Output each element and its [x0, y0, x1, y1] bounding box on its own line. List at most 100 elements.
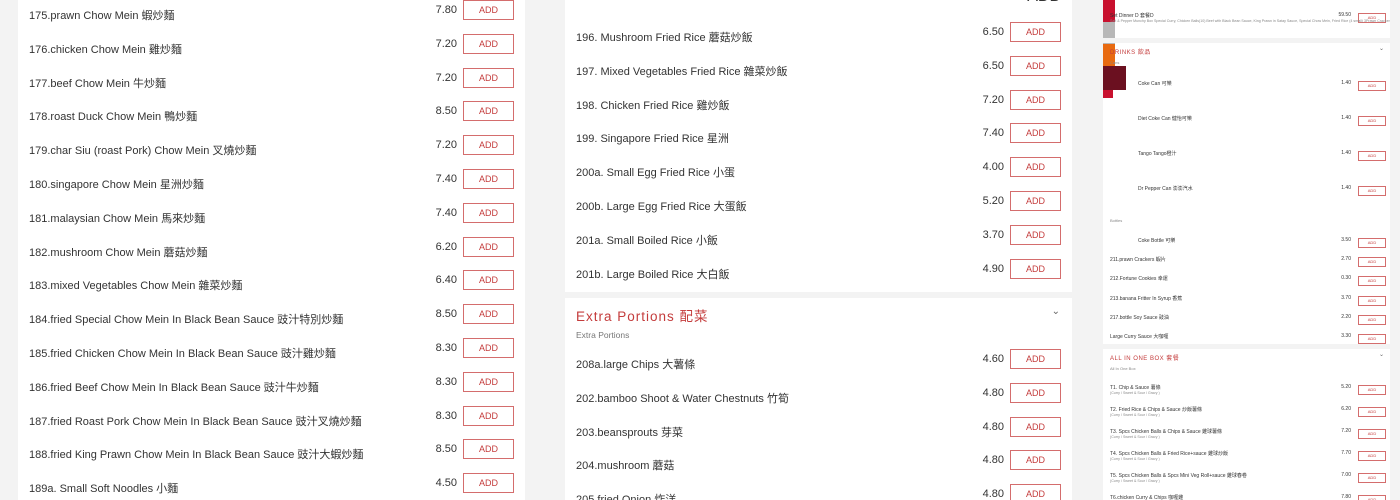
add-button[interactable]: ADD: [463, 236, 514, 257]
add-button[interactable]: ADD: [463, 169, 514, 189]
add-button[interactable]: ADD: [1027, 0, 1061, 6]
menu-item: 189a. Small Soft Noodles 小麵 4.50 ADD: [18, 473, 525, 500]
add-button[interactable]: ADD: [1010, 224, 1061, 245]
item-name: 201a. Small Boiled Rice 小飯: [576, 234, 718, 247]
item-price: 2.20: [1341, 313, 1351, 320]
category-subtitle: Extra Portions: [576, 330, 630, 340]
add-button[interactable]: ADD: [463, 338, 514, 358]
item-price: 3.30: [1341, 333, 1351, 339]
add-button[interactable]: ADD: [1358, 429, 1386, 439]
add-button[interactable]: ADD: [1358, 257, 1386, 268]
add-button[interactable]: ADD: [463, 135, 514, 156]
item-name: 196. Mushroom Fried Rice 蘑菇炒飯: [576, 32, 753, 44]
item-price: 3.70: [982, 228, 1004, 241]
menu-item: 176.chicken Chow Mein 雞炒麵 7.20 ADD: [18, 33, 525, 68]
item-price: 4.80: [982, 488, 1004, 500]
add-button[interactable]: ADD: [1010, 55, 1061, 76]
item-name: 199. Singapore Fried Rice 星洲: [576, 133, 729, 146]
item-price: 7.20: [435, 139, 457, 152]
add-button[interactable]: ADD: [1358, 407, 1386, 417]
chevron-down-icon[interactable]: ⌄: [1379, 351, 1384, 358]
add-button[interactable]: ADD: [1358, 473, 1386, 483]
item-description: (Curry / Sweet & Sour / Gravy ): [1110, 479, 1160, 483]
add-button[interactable]: ADD: [1010, 416, 1061, 437]
add-button[interactable]: ADD: [1010, 22, 1061, 42]
item-name: 185.fried Chicken Chow Mein In Black Bea…: [29, 348, 336, 360]
item-price: 4.80: [982, 420, 1004, 433]
item-price: 0.30: [1341, 275, 1351, 282]
add-button[interactable]: ADD: [463, 371, 514, 392]
item-name: 204.mushroom 蘑菇: [576, 460, 675, 473]
item-price: 4.80: [982, 386, 1004, 399]
category-subtitle: Cans: [1110, 60, 1120, 65]
item-price: 1.40: [1341, 150, 1351, 156]
menu-item: 179.char Siu (roast Pork) Chow Mein 叉燒炒麵…: [18, 135, 525, 169]
add-button[interactable]: ADD: [1010, 89, 1061, 110]
add-button[interactable]: ADD: [1010, 123, 1061, 144]
extra-portions-header[interactable]: Extra Portions 配菜 ⌄: [565, 298, 1072, 328]
add-button[interactable]: ADD: [1358, 151, 1386, 161]
item-name: 213.banana Fritter In Syrup 香蕉: [1110, 295, 1183, 302]
item-price: 8.30: [435, 409, 457, 422]
add-button[interactable]: ADD: [463, 202, 514, 223]
menu-item: 211.prawn Crackers 蝦片 2.70 ADD: [1103, 256, 1390, 268]
item-price: 1.40: [1341, 115, 1351, 121]
item-price: 8.50: [435, 308, 457, 321]
add-button[interactable]: ADD: [1358, 314, 1386, 325]
menu-item: 181.malaysian Chow Mein 馬來炒麵 7.40 ADD: [18, 202, 525, 237]
add-button[interactable]: ADD: [463, 0, 514, 20]
item-name: 201b. Large Boiled Rice 大白飯: [576, 268, 730, 281]
menu-item: T2. Fried Rice & Chips & Sauce 炒飯薯條 6.20 A…: [1103, 406, 1390, 418]
item-name: Tango Tango橙汁: [1138, 151, 1177, 157]
item-price: 6.50: [982, 59, 1004, 72]
add-button[interactable]: ADD: [1358, 385, 1386, 395]
chevron-down-icon[interactable]: ⌄: [1052, 306, 1060, 317]
add-button[interactable]: ADD: [1358, 334, 1386, 344]
menu-item: 196. Mushroom Fried Rice 蘑菇炒飯 6.50 ADD: [565, 22, 1072, 56]
add-button[interactable]: ADD: [1010, 258, 1061, 279]
add-button[interactable]: ADD: [1358, 186, 1386, 196]
add-button[interactable]: ADD: [1010, 484, 1061, 500]
menu-item: 201a. Small Boiled Rice 小飯 3.70 ADD: [565, 224, 1072, 259]
item-name: 203.beansprouts 芽菜: [576, 426, 684, 439]
item-name: 187.fried Roast Pork Chow Mein In Black …: [29, 415, 362, 428]
add-button[interactable]: ADD: [463, 33, 514, 54]
item-description: (Curry / Sweet & Sour / Gravy ): [1110, 391, 1160, 395]
add-button[interactable]: ADD: [1358, 116, 1386, 126]
section-divider: [1103, 344, 1390, 349]
item-name: Coke Bottle 可樂: [1138, 238, 1176, 244]
add-button[interactable]: ADD: [1010, 349, 1061, 369]
item-description: Salt & Pepper Munchy Box Special Curry, …: [1110, 19, 1390, 23]
add-button[interactable]: ADD: [463, 473, 514, 494]
add-button[interactable]: ADD: [463, 67, 514, 88]
add-button[interactable]: ADD: [1358, 81, 1386, 91]
add-button[interactable]: ADD: [1358, 238, 1386, 248]
fried-rice-column: Extra Portions 配菜 ⌄ Extra Portions ADD19…: [565, 0, 1072, 500]
add-button[interactable]: ADD: [1010, 382, 1061, 403]
chevron-down-icon[interactable]: ⌄: [1379, 45, 1384, 52]
add-button[interactable]: ADD: [463, 304, 514, 325]
item-name: Large Curry Sauce 大咖喱: [1110, 334, 1169, 340]
menu-item: 202.bamboo Shoot & Water Chestnuts 竹筍 4.8…: [565, 382, 1072, 417]
add-button[interactable]: ADD: [463, 439, 514, 460]
add-button[interactable]: ADD: [1010, 191, 1061, 211]
menu-item: 177.beef Chow Mein 牛炒麵 7.20 ADD: [18, 67, 525, 102]
add-button[interactable]: ADD: [463, 270, 514, 291]
add-button[interactable]: ADD: [463, 405, 514, 426]
item-name: 212.Fortune Cookies 幸運: [1110, 276, 1168, 283]
item-name: 205.fried Onion 炸洋: [576, 491, 676, 500]
add-button[interactable]: ADD: [463, 101, 514, 122]
add-button[interactable]: ADD: [1010, 157, 1061, 178]
add-button[interactable]: ADD: [1358, 295, 1386, 306]
item-name: T1. Chip & Sauce 薯條: [1110, 385, 1161, 391]
menu-item: 204.mushroom 蘑菇 4.80 ADD: [565, 450, 1072, 484]
add-button[interactable]: ADD: [1358, 276, 1386, 287]
item-price: 6.20: [1341, 406, 1351, 412]
item-price: 1.40: [1341, 185, 1351, 191]
add-button[interactable]: ADD: [1010, 450, 1061, 471]
add-button[interactable]: ADD: [1358, 495, 1386, 500]
menu-item: 212.Fortune Cookies 幸運 0.30 ADD: [1103, 275, 1390, 287]
add-button[interactable]: ADD: [1358, 451, 1386, 461]
menu-item: Dr Pepper Can 澎澎汽水 1.40 ADD: [1103, 185, 1390, 197]
item-name: 183.mixed Vegetables Chow Mein 雜菜炒麵: [29, 280, 243, 293]
